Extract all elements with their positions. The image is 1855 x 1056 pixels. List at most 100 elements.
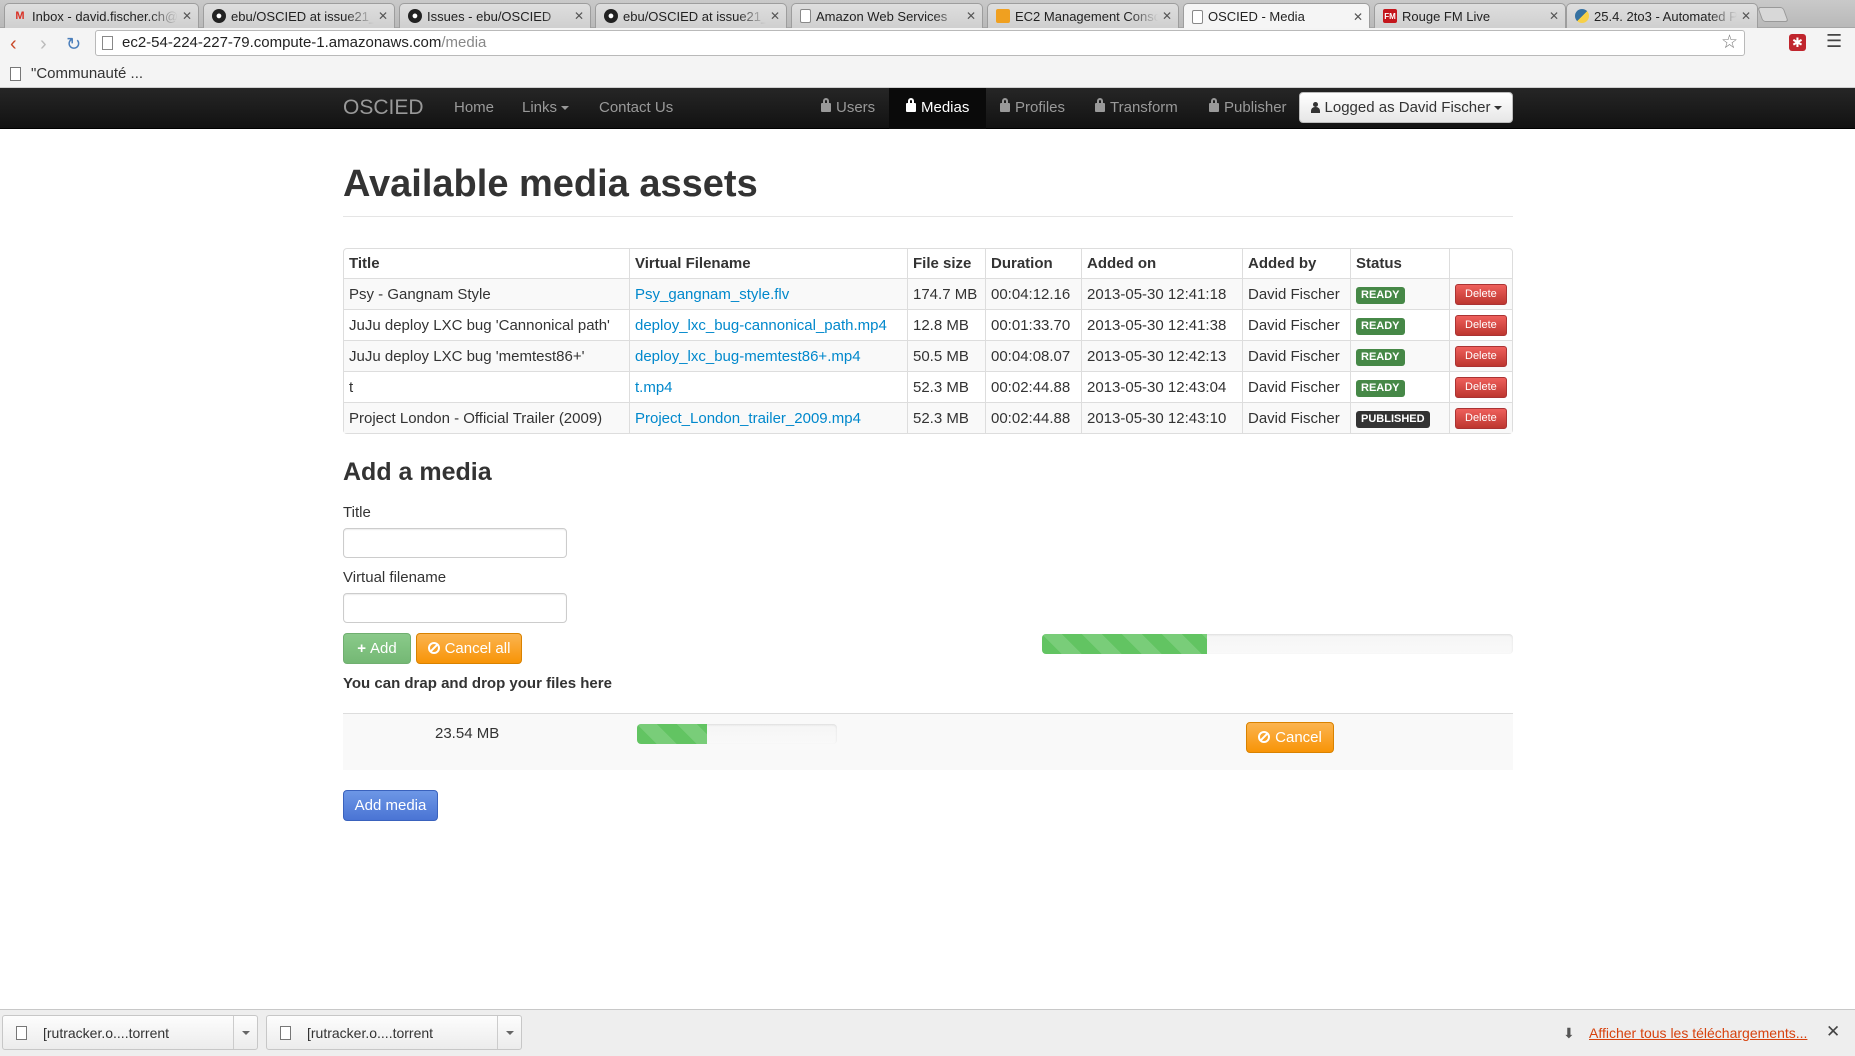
delete-button[interactable]: Delete xyxy=(1455,314,1507,336)
cancel-all-button[interactable]: Cancel all xyxy=(416,633,522,664)
user-menu-button[interactable]: Logged as David Fischer xyxy=(1299,92,1513,123)
title-input[interactable] xyxy=(343,528,567,558)
cell-actions: Delete xyxy=(1449,278,1512,309)
table-row: t t.mp4 52.3 MB 00:02:44.88 2013-05-30 1… xyxy=(344,371,1512,402)
delete-button[interactable]: Delete xyxy=(1455,407,1507,429)
nav-profiles-label: Profiles xyxy=(1015,99,1066,116)
cell-filename: Project_London_trailer_2009.mp4 xyxy=(629,402,907,433)
filename-link[interactable]: Project_London_trailer_2009.mp4 xyxy=(635,410,861,427)
user-menu-label: Logged as David Fischer xyxy=(1324,99,1491,116)
file-icon xyxy=(280,1025,291,1040)
cell-duration: 00:02:44.88 xyxy=(985,371,1081,402)
address-bar[interactable]: ec2-54-224-227-79.compute-1.amazonaws.co… xyxy=(95,30,1745,56)
nav-contact[interactable]: Contact Us xyxy=(599,88,673,129)
status-badge: READY xyxy=(1356,317,1405,335)
download-item[interactable]: [rutracker.o....torrent xyxy=(266,1015,522,1050)
filename-link[interactable]: deploy_lxc_bug-memtest86+.mp4 xyxy=(635,348,861,365)
nav-transform-label: Transform xyxy=(1110,99,1178,116)
download-menu-button[interactable] xyxy=(233,1016,257,1049)
nav-transform[interactable]: Transform xyxy=(1095,88,1178,129)
close-icon[interactable]: ✕ xyxy=(966,9,976,23)
nav-medias[interactable]: Medias xyxy=(889,88,987,129)
browser-tab[interactable]: ● ebu/OSCIED at issue21_origin ✕ xyxy=(203,3,395,28)
download-arrow-icon: ⬇ xyxy=(1563,1025,1575,1041)
cell-actions: Delete xyxy=(1449,402,1512,433)
status-badge: READY xyxy=(1356,348,1405,366)
cell-added-by: David Fischer xyxy=(1242,402,1350,433)
cell-actions: Delete xyxy=(1449,371,1512,402)
close-icon[interactable]: ✕ xyxy=(1353,10,1363,24)
cancel-upload-button[interactable]: Cancel xyxy=(1246,722,1334,753)
lock-icon xyxy=(906,98,916,112)
browser-tab-active[interactable]: OSCIED - Media ✕ xyxy=(1183,3,1370,29)
add-media-button[interactable]: Add media xyxy=(343,790,438,821)
ban-icon xyxy=(1258,731,1271,743)
delete-button[interactable]: Delete xyxy=(1455,376,1507,398)
filename-input[interactable] xyxy=(343,593,567,623)
filename-label: Virtual filename xyxy=(343,569,447,586)
download-item[interactable]: [rutracker.o....torrent xyxy=(2,1015,258,1050)
browser-tab[interactable]: M Inbox - david.fischer.ch@gmail.com ✕ xyxy=(4,3,199,28)
nav-publisher[interactable]: Publisher xyxy=(1209,88,1287,129)
bookmark-item[interactable]: "Communauté ... xyxy=(10,65,143,82)
browser-tab[interactable]: ● Issues - ebu/OSCIED ✕ xyxy=(399,3,591,28)
close-icon[interactable]: ✕ xyxy=(574,9,584,23)
back-icon[interactable]: ‹ xyxy=(10,33,17,55)
cell-added-on: 2013-05-30 12:43:10 xyxy=(1081,402,1242,433)
close-icon[interactable]: ✕ xyxy=(378,9,388,23)
menu-icon[interactable]: ☰ xyxy=(1826,31,1842,52)
filename-link[interactable]: Psy_gangnam_style.flv xyxy=(635,286,789,303)
show-all-downloads-link[interactable]: Afficher tous les téléchargements... xyxy=(1589,1025,1807,1041)
close-icon[interactable]: ✕ xyxy=(1826,1022,1840,1042)
lock-icon xyxy=(1209,98,1219,112)
brand-logo[interactable]: OSCIED xyxy=(343,96,424,120)
lock-icon xyxy=(1000,98,1010,112)
cell-added-by: David Fischer xyxy=(1242,278,1350,309)
nav-home[interactable]: Home xyxy=(454,88,494,129)
browser-tab[interactable]: FM Rouge FM Live ✕ xyxy=(1374,3,1566,28)
col-header-added-on: Added on xyxy=(1081,249,1242,278)
forward-icon[interactable]: › xyxy=(40,33,47,55)
url-host: ec2-54-224-227-79.compute-1.amazonaws.co… xyxy=(122,34,442,51)
nav-links-dropdown[interactable]: Links xyxy=(522,88,570,129)
cell-status: READY xyxy=(1350,371,1449,402)
filename-link[interactable]: t.mp4 xyxy=(635,379,673,396)
close-icon[interactable]: ✕ xyxy=(1162,9,1172,23)
new-tab-button[interactable] xyxy=(1757,7,1789,22)
close-icon[interactable]: ✕ xyxy=(1549,9,1559,23)
cell-title: Project London - Official Trailer (2009) xyxy=(344,402,629,433)
cell-added-by: David Fischer xyxy=(1242,340,1350,371)
extension-icon[interactable]: ✱ xyxy=(1789,34,1806,51)
github-icon: ● xyxy=(408,9,422,23)
browser-tab[interactable]: 25.4. 2to3 - Automated Python 2 to 3 cod… xyxy=(1566,3,1758,28)
nav-profiles[interactable]: Profiles xyxy=(1000,88,1065,129)
browser-tab[interactable]: Amazon Web Services ✕ xyxy=(791,3,983,28)
close-icon[interactable]: ✕ xyxy=(1741,9,1751,23)
download-menu-button[interactable] xyxy=(497,1016,521,1049)
cell-duration: 00:04:12.16 xyxy=(985,278,1081,309)
plus-icon: + xyxy=(357,640,367,657)
nav-users[interactable]: Users xyxy=(821,88,875,129)
cell-duration: 00:02:44.88 xyxy=(985,402,1081,433)
col-header-title: Title xyxy=(349,255,380,272)
overall-progress-bar xyxy=(1042,634,1513,654)
close-icon[interactable]: ✕ xyxy=(770,9,780,23)
close-icon[interactable]: ✕ xyxy=(182,9,192,23)
reload-icon[interactable]: ↻ xyxy=(66,33,81,55)
caret-down-icon xyxy=(505,1030,514,1035)
page-icon xyxy=(10,66,21,81)
cancel-upload-label: Cancel xyxy=(1275,729,1322,746)
bookmark-star-icon[interactable]: ☆ xyxy=(1721,31,1738,55)
filename-link[interactable]: deploy_lxc_bug-cannonical_path.mp4 xyxy=(635,317,887,334)
add-button-label: Add xyxy=(370,640,397,657)
browser-tab[interactable]: EC2 Management Console ✕ xyxy=(987,3,1179,28)
user-icon xyxy=(1310,102,1321,113)
cancel-all-label: Cancel all xyxy=(444,640,511,657)
delete-button[interactable]: Delete xyxy=(1455,345,1507,367)
cell-title: JuJu deploy LXC bug 'Cannonical path' xyxy=(344,309,629,340)
add-button[interactable]: + Add xyxy=(343,633,411,664)
delete-button[interactable]: Delete xyxy=(1455,283,1507,305)
browser-tab[interactable]: ● ebu/OSCIED at issue21_origin ✕ xyxy=(595,3,787,28)
cell-added-by: David Fischer xyxy=(1242,371,1350,402)
cell-title: Psy - Gangnam Style xyxy=(344,278,629,309)
